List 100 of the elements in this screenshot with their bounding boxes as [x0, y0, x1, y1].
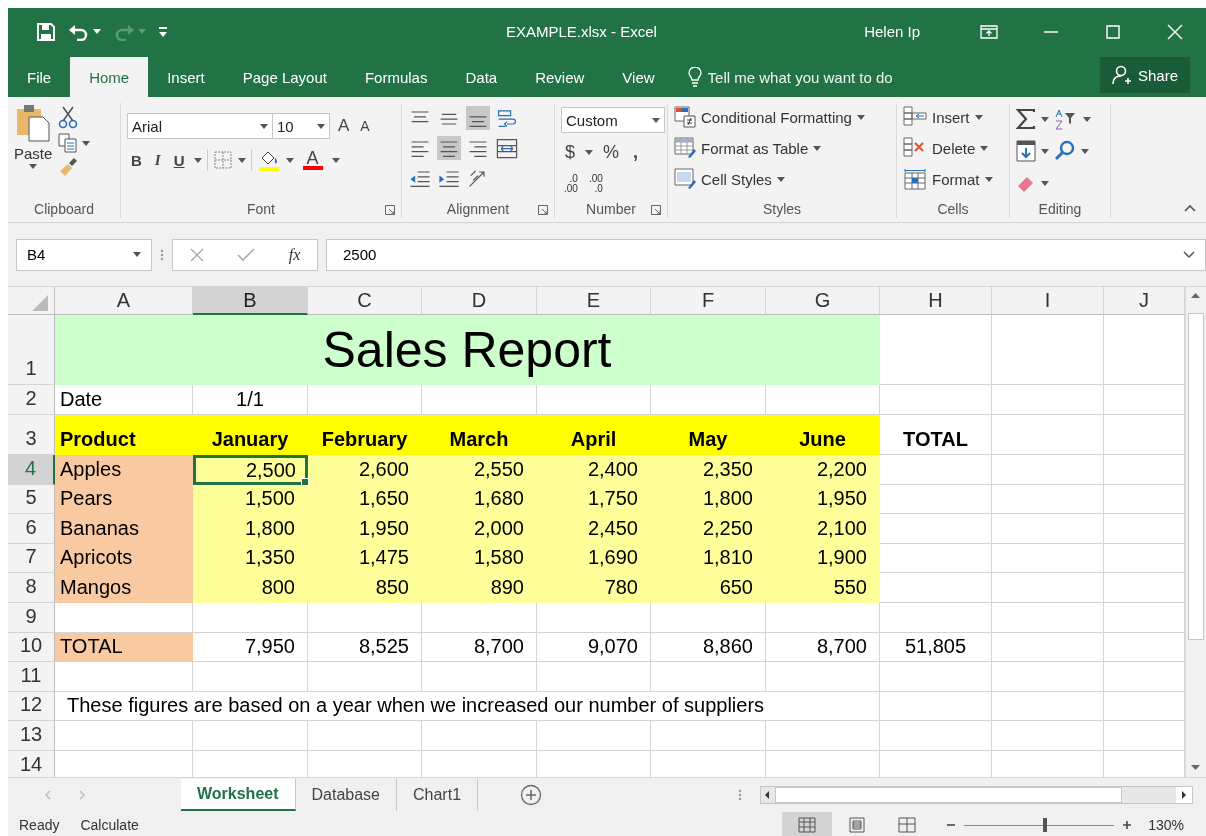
align-center-icon[interactable] — [437, 136, 461, 160]
increase-decimal-button[interactable]: .0 .00 — [561, 174, 581, 194]
table-cell[interactable]: 2,550 — [422, 455, 537, 485]
table-cell[interactable]: 1,690 — [537, 543, 651, 574]
empty-cell[interactable] — [651, 721, 766, 751]
table-cell[interactable]: 800 — [193, 573, 308, 603]
empty-cell[interactable] — [422, 662, 537, 692]
table-cell[interactable]: 1,500 — [193, 484, 308, 515]
ribbon-tab[interactable]: Page Layout — [223, 57, 346, 97]
table-cell[interactable]: 1,580 — [422, 543, 537, 574]
customize-icon[interactable] — [158, 25, 168, 38]
next-sheet-icon[interactable] — [78, 789, 86, 800]
row-header[interactable]: 13 — [8, 721, 55, 751]
table-cell[interactable]: 8,860 — [651, 632, 766, 663]
column-header[interactable]: E — [537, 287, 651, 315]
column-header[interactable]: C — [308, 287, 422, 315]
table-cell[interactable]: Apricots — [55, 543, 193, 574]
note-text[interactable]: These figures are based on a year when we increased our number of suppliers — [55, 691, 880, 722]
zoom-level[interactable]: 130% — [1132, 817, 1206, 833]
empty-cell[interactable] — [193, 602, 308, 633]
table-cell[interactable]: 8,525 — [308, 632, 422, 663]
more-icon[interactable] — [160, 247, 164, 262]
caret-icon[interactable] — [1041, 116, 1049, 122]
table-cell[interactable]: 8,700 — [422, 632, 537, 663]
enter-icon[interactable] — [237, 247, 256, 262]
empty-cell[interactable] — [880, 721, 992, 751]
format-as-table-button[interactable]: Format as Table — [674, 134, 890, 162]
table-cell[interactable]: 2,450 — [537, 514, 651, 544]
zoom-in-icon[interactable] — [1122, 820, 1133, 830]
ribbon-tab[interactable]: Formulas — [345, 57, 447, 97]
empty-cell[interactable] — [193, 721, 308, 751]
font-color-button[interactable]: A — [298, 150, 327, 170]
ribbon-tab[interactable]: Review — [516, 57, 604, 97]
column-header[interactable]: G — [766, 287, 880, 315]
save-icon[interactable] — [36, 21, 56, 42]
empty-cell[interactable] — [992, 455, 1104, 485]
close-icon[interactable] — [1167, 23, 1183, 40]
empty-cell[interactable] — [880, 602, 992, 633]
shrink-font-button[interactable]: A — [357, 118, 373, 134]
row-header[interactable]: 11 — [8, 662, 55, 692]
cancel-icon[interactable] — [189, 247, 204, 262]
row-header[interactable]: 5 — [8, 484, 55, 515]
caret-icon[interactable] — [285, 157, 294, 163]
empty-cell[interactable] — [308, 662, 422, 692]
empty-cell[interactable] — [308, 721, 422, 751]
column-header[interactable]: H — [880, 287, 992, 315]
number-format-dropdown[interactable]: Custom — [561, 107, 665, 133]
row-header[interactable]: 3 — [8, 415, 55, 455]
ribbon-tab[interactable]: Data — [446, 57, 517, 97]
table-cell[interactable]: 1,350 — [193, 543, 308, 574]
horizontal-scrollbar[interactable] — [760, 785, 1193, 804]
table-cell[interactable]: 2,600 — [308, 455, 422, 485]
empty-cell[interactable] — [880, 385, 992, 415]
caret-icon[interactable] — [331, 157, 340, 163]
sheet-tab[interactable]: Chart1 — [397, 778, 479, 811]
table-cell[interactable]: February — [308, 415, 422, 455]
table-cell[interactable]: Mangos — [55, 573, 193, 603]
table-cell[interactable]: 1,900 — [766, 543, 880, 574]
column-header[interactable]: F — [651, 287, 766, 315]
formula-field[interactable]: 2500 — [326, 238, 1206, 271]
ribbon-tab[interactable]: View — [603, 57, 674, 97]
table-cell[interactable]: January — [193, 415, 308, 455]
percent-button[interactable]: % — [599, 141, 624, 163]
ribbon-tab[interactable]: Home — [70, 57, 149, 97]
table-cell[interactable]: Pears — [55, 484, 193, 515]
empty-cell[interactable] — [422, 602, 537, 633]
scrollbar-thumb[interactable] — [1188, 313, 1204, 640]
table-cell[interactable]: 780 — [537, 573, 651, 603]
table-cell[interactable]: 1,950 — [766, 484, 880, 515]
sheet-tab[interactable]: Worksheet — [181, 778, 296, 811]
empty-cell[interactable] — [651, 602, 766, 633]
row-header[interactable]: 8 — [8, 573, 55, 603]
table-cell[interactable]: 890 — [422, 573, 537, 603]
caret-icon[interactable] — [29, 164, 38, 169]
insert-function-button[interactable]: fx — [288, 245, 301, 264]
empty-cell[interactable] — [880, 662, 992, 692]
table-cell[interactable]: 1,650 — [308, 484, 422, 515]
caret-icon[interactable] — [93, 29, 101, 34]
caret-icon[interactable] — [856, 114, 865, 120]
table-cell[interactable]: June — [766, 415, 880, 455]
conditional-formatting-button[interactable]: Conditional Formatting — [674, 103, 890, 131]
empty-cell[interactable] — [537, 602, 651, 633]
table-cell[interactable]: Bananas — [55, 514, 193, 544]
maximize-icon[interactable] — [1106, 24, 1120, 39]
table-cell[interactable]: 2,400 — [537, 455, 651, 485]
select-all-icon[interactable] — [30, 293, 50, 313]
caret-icon[interactable] — [133, 252, 141, 257]
column-header[interactable]: A — [55, 287, 193, 315]
empty-cell[interactable] — [992, 602, 1104, 633]
table-cell[interactable]: 2,100 — [766, 514, 880, 544]
underline-button[interactable]: U — [169, 151, 189, 169]
caret-icon[interactable] — [260, 123, 268, 129]
row-header[interactable]: 2 — [8, 385, 55, 415]
align-merge-icon[interactable] — [495, 136, 519, 160]
ribbon-display-icon[interactable] — [980, 24, 998, 39]
tell-me-field[interactable]: Tell me what you want to do — [707, 68, 923, 86]
table-cell[interactable]: 8,700 — [766, 632, 880, 663]
table-cell[interactable]: Product — [55, 415, 193, 455]
table-cell[interactable]: 1,750 — [537, 484, 651, 515]
dialog-launcher-icon[interactable] — [385, 205, 395, 215]
